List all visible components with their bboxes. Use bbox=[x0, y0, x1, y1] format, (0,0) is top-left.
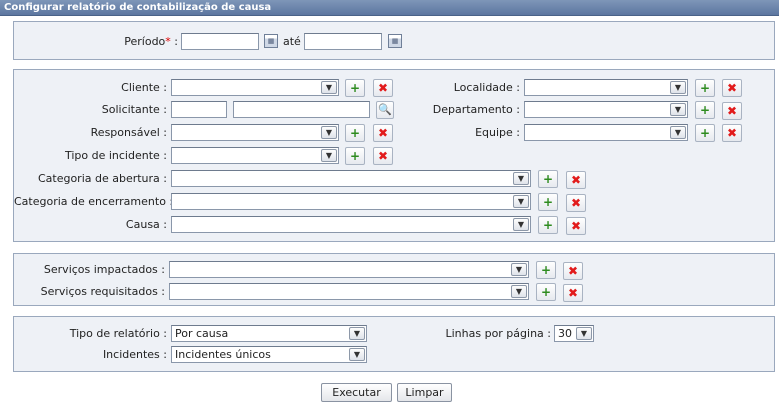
categoria-encerramento-label: Categoria de encerramento : bbox=[14, 195, 174, 208]
tipo-relatorio-select[interactable]: Por causa ▼ bbox=[171, 325, 367, 342]
add-responsavel-button[interactable]: + bbox=[345, 124, 365, 142]
servicos-impactados-label: Serviços impactados : bbox=[43, 263, 165, 276]
chevron-down-icon: ▼ bbox=[511, 285, 527, 298]
departamento-label: Departamento : bbox=[432, 103, 520, 116]
responsavel-label: Responsável : bbox=[90, 126, 167, 139]
period-end-input[interactable] bbox=[304, 33, 382, 50]
equipe-select[interactable]: ▼ bbox=[524, 124, 688, 141]
chevron-down-icon: ▼ bbox=[513, 195, 529, 208]
remove-causa-button[interactable]: ✖ bbox=[566, 217, 586, 235]
remove-equipe-button[interactable]: ✖ bbox=[722, 124, 742, 142]
linhas-por-pagina-label: Linhas por página : bbox=[445, 327, 551, 340]
add-equipe-button[interactable]: + bbox=[695, 124, 715, 142]
causa-select[interactable]: ▼ bbox=[171, 216, 531, 233]
chevron-down-icon: ▼ bbox=[670, 103, 686, 116]
solicitante-code-input[interactable] bbox=[171, 101, 227, 118]
add-causa-button[interactable]: + bbox=[538, 216, 558, 234]
add-tipo-incidente-button[interactable]: + bbox=[345, 147, 365, 165]
add-categoria-encerramento-button[interactable]: + bbox=[538, 193, 558, 211]
chevron-down-icon: ▼ bbox=[349, 348, 365, 361]
chevron-down-icon: ▼ bbox=[321, 81, 337, 94]
incidentes-select[interactable]: Incidentes únicos ▼ bbox=[171, 346, 367, 363]
categoria-abertura-label: Categoria de abertura : bbox=[37, 172, 167, 185]
chevron-down-icon: ▼ bbox=[511, 263, 527, 276]
calendar-icon[interactable]: ▦ bbox=[264, 34, 278, 48]
incidentes-label: Incidentes : bbox=[102, 348, 167, 361]
solicitante-label: Solicitante : bbox=[101, 103, 167, 116]
add-servico-requisitado-button[interactable]: + bbox=[536, 283, 556, 301]
responsavel-select[interactable]: ▼ bbox=[171, 124, 339, 141]
categoria-encerramento-select[interactable]: ▼ bbox=[171, 193, 531, 210]
add-servico-impactado-button[interactable]: + bbox=[536, 261, 556, 279]
linhas-por-pagina-select[interactable]: 30 ▼ bbox=[554, 325, 594, 342]
servicos-impactados-select[interactable]: ▼ bbox=[169, 261, 529, 278]
chevron-down-icon: ▼ bbox=[670, 81, 686, 94]
add-localidade-button[interactable]: + bbox=[695, 79, 715, 97]
categoria-abertura-select[interactable]: ▼ bbox=[171, 170, 531, 187]
remove-localidade-button[interactable]: ✖ bbox=[722, 79, 742, 97]
departamento-select[interactable]: ▼ bbox=[524, 101, 688, 118]
tipo-incidente-label: Tipo de incidente : bbox=[64, 149, 167, 162]
chevron-down-icon: ▼ bbox=[321, 126, 337, 139]
filters-panel: Cliente : ▼ + ✖ Localidade : ▼ + ✖ Solic… bbox=[13, 69, 775, 242]
services-panel: Serviços impactados : ▼ + ✖ Serviços req… bbox=[13, 253, 775, 306]
chevron-down-icon: ▼ bbox=[670, 126, 686, 139]
remove-cliente-button[interactable]: ✖ bbox=[373, 79, 393, 97]
remove-categoria-encerramento-button[interactable]: ✖ bbox=[566, 194, 586, 212]
remove-servico-requisitado-button[interactable]: ✖ bbox=[563, 284, 583, 302]
tipo-relatorio-label: Tipo de relatório : bbox=[69, 327, 167, 340]
remove-departamento-button[interactable]: ✖ bbox=[722, 102, 742, 120]
period-start-input[interactable] bbox=[181, 33, 259, 50]
solicitante-name-input[interactable] bbox=[233, 101, 370, 118]
remove-servico-impactado-button[interactable]: ✖ bbox=[563, 262, 583, 280]
tipo-incidente-select[interactable]: ▼ bbox=[171, 147, 339, 164]
causa-label: Causa : bbox=[125, 218, 167, 231]
execute-button[interactable]: Executar bbox=[321, 383, 392, 402]
report-options-panel: Tipo de relatório : Por causa ▼ Linhas po… bbox=[13, 316, 775, 372]
window-title: Configurar relatório de contabilização d… bbox=[0, 0, 779, 16]
add-categoria-abertura-button[interactable]: + bbox=[538, 170, 558, 188]
chevron-down-icon: ▼ bbox=[513, 218, 529, 231]
localidade-select[interactable]: ▼ bbox=[524, 79, 688, 96]
chevron-down-icon: ▼ bbox=[321, 149, 337, 162]
until-label: até bbox=[283, 35, 301, 48]
servicos-requisitados-label: Serviços requisitados : bbox=[40, 285, 165, 298]
equipe-label: Equipe : bbox=[475, 126, 520, 139]
remove-tipo-incidente-button[interactable]: ✖ bbox=[373, 147, 393, 165]
remove-categoria-abertura-button[interactable]: ✖ bbox=[566, 171, 586, 189]
localidade-label: Localidade : bbox=[453, 81, 520, 94]
add-cliente-button[interactable]: + bbox=[345, 79, 365, 97]
search-solicitante-button[interactable]: 🔍 bbox=[376, 101, 394, 119]
cliente-select[interactable]: ▼ bbox=[171, 79, 339, 96]
chevron-down-icon: ▼ bbox=[576, 327, 592, 340]
period-panel: Período* : ▦ até ▦ bbox=[13, 21, 775, 60]
add-departamento-button[interactable]: + bbox=[695, 101, 715, 119]
chevron-down-icon: ▼ bbox=[513, 172, 529, 185]
servicos-requisitados-select[interactable]: ▼ bbox=[169, 283, 529, 300]
calendar-icon[interactable]: ▦ bbox=[388, 34, 402, 48]
chevron-down-icon: ▼ bbox=[349, 327, 365, 340]
period-label: Período* : bbox=[124, 35, 178, 48]
remove-responsavel-button[interactable]: ✖ bbox=[373, 124, 393, 142]
clear-button[interactable]: Limpar bbox=[397, 383, 452, 402]
cliente-label: Cliente : bbox=[121, 81, 167, 94]
